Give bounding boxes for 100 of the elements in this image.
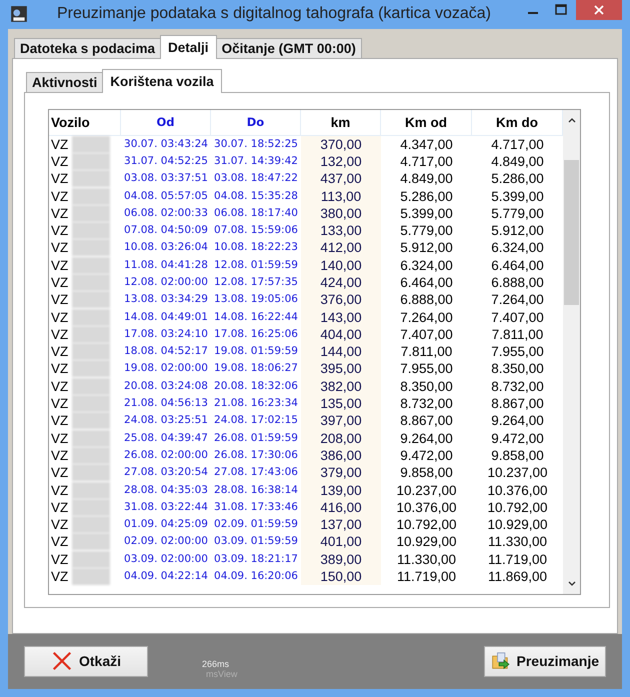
table-cell: 5.286,00 [491,171,544,186]
table-cell: 9.472,00 [491,430,544,446]
table-cell: 6.464,00 [491,258,544,273]
table-cell: 6.464,00 [400,274,453,290]
table-cell: 9.858,00 [400,465,453,480]
column-header[interactable]: Od [121,110,211,135]
column-header[interactable]: Vozilo [49,110,121,135]
table-cell: 04.08. 15:35:28 [214,190,298,202]
table-cell: 132,00 [320,154,362,169]
table-cell: 144,00 [320,344,362,360]
table-cell: 04.09. 16:20:06 [214,570,298,582]
column-header[interactable]: Km od [381,110,472,135]
table-cell: 10.929,00 [396,534,457,550]
blurred-placeholder [72,482,110,499]
table-cell: 28.08. 04:35:03 [124,484,208,496]
table-cell: 10.792,00 [487,500,548,515]
blurred-placeholder [72,498,110,516]
table-cell: 02.09. 02:00:00 [124,535,208,548]
table-cell: 5.286,00 [400,188,453,204]
table-cell: VZ [51,222,68,240]
tab[interactable]: Korištena vozila [102,68,222,93]
table-cell: 26.08. 17:30:06 [214,448,298,461]
table-cell: 10.376,00 [487,482,548,498]
table-cell: 7.811,00 [492,326,544,342]
table-cell: 7.955,00 [400,361,453,376]
table-cell: VZ [51,170,68,188]
column-header[interactable]: Do [211,110,301,135]
table-cell: 7.811,00 [400,344,452,360]
scroll-up-icon[interactable] [566,116,576,124]
table-cell: 6.324,00 [491,240,544,256]
table-cell: 8.867,00 [491,396,544,412]
table-cell: 13.08. 03:34:29 [124,293,208,306]
cancel-button[interactable]: Otkaži [24,646,148,677]
table-cell: 26.08. 01:59:59 [214,432,298,444]
table-cell: 8.350,00 [491,361,544,376]
blurred-placeholder [72,412,110,430]
table-cell: VZ [51,256,68,274]
tab[interactable]: Datoteka s podacima [14,38,162,58]
table-cell: 11.719,00 [396,569,456,584]
table-cell: VZ [51,412,68,430]
scrollbar[interactable] [563,110,580,594]
table-cell: 03.08. 18:47:22 [214,172,298,184]
table-cell: 01.09. 04:25:09 [124,518,208,530]
table-cell: 11.719,00 [488,552,548,567]
table-cell: 401,00 [320,534,362,550]
table-cell: 8.732,00 [400,396,453,412]
table-cell: 24.08. 03:25:51 [124,414,208,426]
table-cell: 11.330,00 [488,534,548,550]
table-cell: 370,00 [320,136,362,152]
table-cell: VZ [51,378,68,396]
table-cell: 8.867,00 [400,413,453,428]
timing-label: 266ms [202,659,230,670]
table-cell: 28.08. 16:38:14 [214,484,298,496]
table-cell: 5.912,00 [400,240,453,256]
scrollbar-thumb[interactable] [564,160,579,305]
table-cell: 379,00 [320,465,362,480]
table-cell: VZ [51,188,68,205]
table-cell: 06.08. 02:00:33 [124,206,208,219]
table-cell: VZ [51,343,68,360]
blurred-placeholder [72,308,110,326]
table-cell: VZ [51,550,68,568]
table-cell: 06.08. 18:17:40 [214,206,298,219]
table-cell: 424,00 [320,274,362,290]
blurred-placeholder [72,274,110,291]
scroll-down-icon[interactable] [566,580,576,588]
table-cell: 437,00 [320,171,362,186]
table-cell: 133,00 [320,223,362,238]
table-cell: 10.08. 18:22:23 [214,241,298,254]
table-cell: 6.888,00 [491,274,544,290]
close-button[interactable] [576,0,622,20]
column-header[interactable]: km [301,110,381,135]
table-cell: 19.08. 01:59:59 [214,345,298,358]
table-cell: 135,00 [320,396,362,412]
table-cell: 25.08. 04:39:47 [124,432,208,444]
table-cell: 27.08. 03:20:54 [124,466,208,478]
table-cell: 27.08. 17:43:06 [214,466,298,478]
table-cell: 412,00 [320,240,362,256]
blurred-placeholder [72,152,110,170]
table-cell: VZ [51,533,68,551]
table-cell: 12.08. 01:59:59 [214,258,298,271]
table-cell: 7.264,00 [491,292,544,308]
table-cell: 10.08. 03:26:04 [124,241,208,254]
table-cell: VZ [51,291,68,309]
cross-icon [50,650,73,672]
table-cell: VZ [51,395,68,412]
blurred-placeholder [72,256,110,274]
table-cell: 7.955,00 [491,344,544,360]
table-cell: 03.09. 02:00:00 [124,552,208,565]
table-cell: VZ [51,136,68,153]
table-cell: 7.264,00 [400,310,453,325]
table-cell: 6.324,00 [400,258,453,273]
download-button[interactable]: Preuzimanje [484,646,606,677]
tab[interactable]: Detalji [160,34,217,59]
table-cell: VZ [51,152,68,170]
tab[interactable]: Očitanje (GMT 00:00) [216,38,362,58]
blurred-placeholder [72,446,110,464]
table-cell: 5.779,00 [491,206,544,221]
table-cell: 7.407,00 [400,326,453,342]
table-cell: 31.07. 14:39:42 [214,154,298,167]
tab[interactable]: Aktivnosti [26,72,104,92]
